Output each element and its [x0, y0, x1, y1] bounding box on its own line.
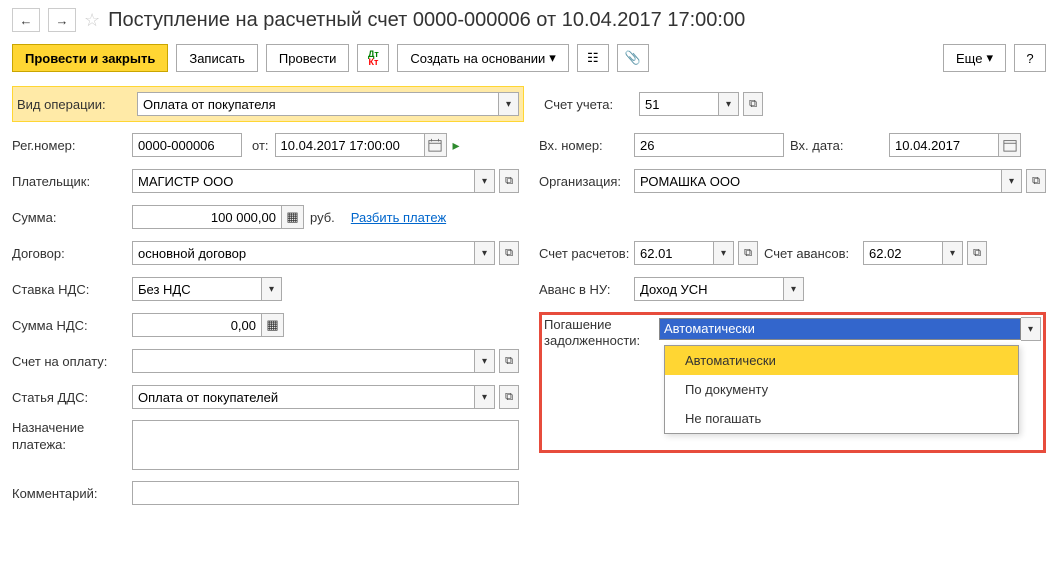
operation-type-input[interactable] — [137, 92, 499, 116]
toolbar: Провести и закрыть Записать Провести ДтК… — [12, 44, 1046, 72]
calendar-icon — [1003, 138, 1017, 152]
operation-type-label: Вид операции: — [17, 97, 137, 112]
dds-label: Статья ДДС: — [12, 390, 132, 405]
debt-option-by-doc[interactable]: По документу — [665, 375, 1018, 404]
vat-sum-calc-button[interactable]: ▦ — [262, 313, 284, 337]
post-button[interactable]: Провести — [266, 44, 350, 72]
vat-rate-dropdown-button[interactable]: ▾ — [262, 277, 282, 301]
calc-acc-open-button[interactable]: ⧉ — [738, 241, 758, 265]
contract-open-button[interactable]: ⧉ — [499, 241, 519, 265]
account-open-button[interactable]: ⧉ — [743, 92, 763, 116]
sum-input[interactable] — [132, 205, 282, 229]
purpose-textarea[interactable] — [132, 420, 519, 470]
org-label: Организация: — [539, 174, 634, 189]
structure-icon: ☷ — [587, 50, 599, 66]
operation-type-highlight: Вид операции: ▾ — [12, 86, 524, 122]
chevron-down-icon: ▾ — [549, 50, 556, 66]
payer-open-button[interactable]: ⧉ — [499, 169, 519, 193]
org-input[interactable] — [634, 169, 1002, 193]
star-icon[interactable]: ☆ — [84, 10, 100, 31]
calc-acc-label: Счет расчетов: — [539, 246, 634, 261]
adv-acc-open-button[interactable]: ⧉ — [967, 241, 987, 265]
adv-tax-dropdown-button[interactable]: ▾ — [784, 277, 804, 301]
adv-tax-input[interactable] — [634, 277, 784, 301]
purpose-label: Назначение платежа: — [12, 420, 132, 454]
contract-input[interactable] — [132, 241, 475, 265]
adv-acc-input[interactable] — [863, 241, 943, 265]
payer-label: Плательщик: — [12, 174, 132, 189]
vat-sum-input[interactable] — [132, 313, 262, 337]
vat-sum-label: Сумма НДС: — [12, 318, 132, 333]
save-button[interactable]: Записать — [176, 44, 258, 72]
structure-button[interactable]: ☷ — [577, 44, 609, 72]
chevron-down-icon: ▾ — [986, 50, 993, 66]
paperclip-icon: 📎 — [625, 50, 641, 66]
in-num-input[interactable] — [634, 133, 784, 157]
account-label: Счет учета: — [544, 97, 639, 112]
debt-option-auto[interactable]: Автоматически — [665, 346, 1018, 375]
adv-acc-label: Счет авансов: — [758, 246, 863, 261]
in-date-input[interactable] — [889, 133, 999, 157]
contract-dropdown-button[interactable]: ▾ — [475, 241, 495, 265]
dtkt-button[interactable]: ДтКт — [357, 44, 389, 72]
date-input[interactable] — [275, 133, 425, 157]
currency-label: руб. — [310, 210, 335, 225]
debt-dropdown-button[interactable]: ▾ — [1021, 317, 1041, 341]
sum-calc-button[interactable]: ▦ — [282, 205, 304, 229]
debt-input[interactable]: Автоматически — [659, 318, 1021, 340]
operation-type-dropdown-button[interactable]: ▾ — [499, 92, 519, 116]
vat-rate-label: Ставка НДС: — [12, 282, 132, 297]
in-date-label: Вх. дата: — [784, 138, 889, 153]
invoice-dropdown-button[interactable]: ▾ — [475, 349, 495, 373]
in-num-label: Вх. номер: — [539, 138, 634, 153]
calc-acc-input[interactable] — [634, 241, 714, 265]
invoice-open-button[interactable]: ⧉ — [499, 349, 519, 373]
dds-open-button[interactable]: ⧉ — [499, 385, 519, 409]
invoice-label: Счет на оплату: — [12, 354, 132, 369]
contract-label: Договор: — [12, 246, 132, 261]
adv-acc-dropdown-button[interactable]: ▾ — [943, 241, 963, 265]
comment-input[interactable] — [132, 481, 519, 505]
invoice-input[interactable] — [132, 349, 475, 373]
reg-num-input[interactable] — [132, 133, 242, 157]
account-input[interactable] — [639, 92, 719, 116]
page-title: Поступление на расчетный счет 0000-00000… — [108, 9, 745, 32]
payer-dropdown-button[interactable]: ▾ — [475, 169, 495, 193]
reg-num-label: Рег.номер: — [12, 138, 132, 153]
from-label: от: — [252, 138, 269, 153]
nav-forward-button[interactable]: → — [48, 8, 76, 32]
split-payment-link[interactable]: Разбить платеж — [351, 210, 446, 225]
adv-tax-label: Аванс в НУ: — [539, 282, 634, 297]
debt-dropdown-list: Автоматически По документу Не погашать — [664, 345, 1019, 434]
calendar-icon — [428, 138, 442, 152]
comment-label: Комментарий: — [12, 486, 132, 501]
calc-acc-dropdown-button[interactable]: ▾ — [714, 241, 734, 265]
dds-dropdown-button[interactable]: ▾ — [475, 385, 495, 409]
vat-rate-input[interactable] — [132, 277, 262, 301]
help-button[interactable]: ? — [1014, 44, 1046, 72]
post-and-close-button[interactable]: Провести и закрыть — [12, 44, 168, 72]
in-date-calendar-button[interactable] — [999, 133, 1021, 157]
debt-highlight-box: Погашение задолженности: Автоматически ▾… — [539, 312, 1046, 453]
org-open-button[interactable]: ⧉ — [1026, 169, 1046, 193]
more-button[interactable]: Еще ▾ — [943, 44, 1006, 72]
attach-button[interactable]: 📎 — [617, 44, 649, 72]
sum-label: Сумма: — [12, 210, 132, 225]
payer-input[interactable] — [132, 169, 475, 193]
calculator-icon: ▦ — [286, 209, 298, 225]
org-dropdown-button[interactable]: ▾ — [1002, 169, 1022, 193]
account-dropdown-button[interactable]: ▾ — [719, 92, 739, 116]
posted-icon: ▸ — [453, 137, 460, 154]
debt-option-no-repay[interactable]: Не погашать — [665, 404, 1018, 433]
calculator-icon: ▦ — [266, 317, 278, 333]
debt-label: Погашение задолженности: — [544, 317, 659, 348]
dds-input[interactable] — [132, 385, 475, 409]
date-calendar-button[interactable] — [425, 133, 447, 157]
create-based-on-button[interactable]: Создать на основании ▾ — [397, 44, 568, 72]
nav-back-button[interactable]: ← — [12, 8, 40, 32]
